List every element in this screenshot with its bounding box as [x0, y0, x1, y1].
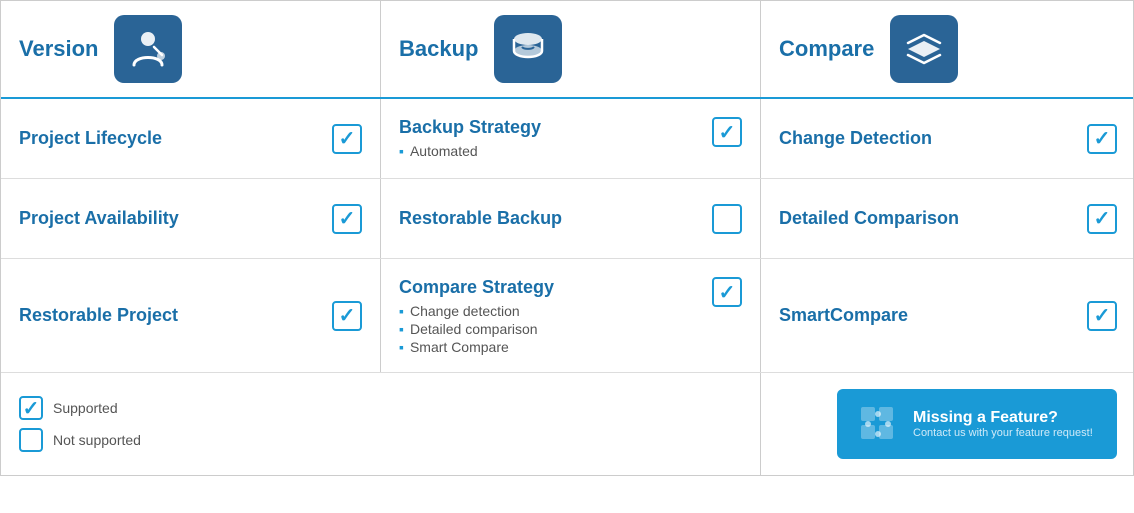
smart-compare-cell: SmartCompare [761, 259, 1134, 372]
bullet-change-detection: Change detection [399, 302, 696, 320]
restorable-backup-cell: Restorable Backup [381, 179, 761, 258]
version-availability-cell: Project Availability [1, 179, 381, 258]
feature-comparison-table: Version Backup [0, 0, 1134, 476]
compare-strategy-cell: Compare Strategy Change detection Detail… [381, 259, 761, 372]
compare-strategy-block: Compare Strategy Change detection Detail… [399, 277, 696, 356]
header-version-title: Version [19, 36, 98, 62]
legend-spacer [381, 373, 761, 475]
legend-supported-check [19, 396, 43, 420]
legend-cta-row: Supported Not supported [1, 373, 1133, 475]
detailed-comparison-check [1087, 204, 1117, 234]
change-detection-label: Change Detection [779, 128, 1071, 149]
legend-not-supported-check [19, 428, 43, 452]
legend-cell: Supported Not supported [1, 373, 381, 475]
smart-compare-check [1087, 301, 1117, 331]
bullet-automated: Automated [399, 142, 696, 160]
header-row: Version Backup [1, 1, 1133, 99]
bullet-smart-compare: Smart Compare [399, 338, 696, 356]
bullet-detailed-comparison: Detailed comparison [399, 320, 696, 338]
backup-strategy-bullets: Automated [399, 142, 696, 160]
legend-supported-label: Supported [53, 400, 118, 416]
restorable-backup-label: Restorable Backup [399, 208, 696, 229]
detailed-comparison-label: Detailed Comparison [779, 208, 1071, 229]
backup-strategy-block: Backup Strategy Automated [399, 117, 696, 160]
cta-cell: Missing a Feature? Contact us with your … [761, 373, 1134, 475]
compare-strategy-check [712, 277, 742, 307]
compare-strategy-label: Compare Strategy [399, 277, 696, 298]
feature-row-3: Restorable Project Compare Strategy Chan… [1, 259, 1133, 373]
header-compare-title: Compare [779, 36, 874, 62]
cta-banner[interactable]: Missing a Feature? Contact us with your … [837, 389, 1117, 459]
version-availability-label: Project Availability [19, 208, 316, 229]
header-cell-compare: Compare [761, 1, 1134, 97]
restorable-project-check [332, 301, 362, 331]
smart-compare-label: SmartCompare [779, 305, 1071, 326]
change-detection-cell: Change Detection [761, 99, 1134, 178]
legend-supported: Supported [19, 396, 363, 420]
header-backup-title: Backup [399, 36, 478, 62]
feature-row-2: Project Availability Restorable Backup D… [1, 179, 1133, 259]
backup-strategy-label: Backup Strategy [399, 117, 696, 138]
cta-puzzle-icon [853, 399, 903, 449]
cta-sub-text: Contact us with your feature request! [913, 427, 1093, 439]
legend-not-supported: Not supported [19, 428, 363, 452]
detailed-comparison-cell: Detailed Comparison [761, 179, 1134, 258]
cta-main-text: Missing a Feature? [913, 409, 1093, 427]
legend-not-supported-label: Not supported [53, 432, 141, 448]
compare-icon [890, 15, 958, 83]
header-cell-backup: Backup [381, 1, 761, 97]
version-lifecycle-label: Project Lifecycle [19, 128, 316, 149]
restorable-backup-check [712, 204, 742, 234]
backup-strategy-cell: Backup Strategy Automated [381, 99, 761, 178]
header-cell-version: Version [1, 1, 381, 97]
backup-strategy-check [712, 117, 742, 147]
version-availability-check [332, 204, 362, 234]
version-lifecycle-check [332, 124, 362, 154]
feature-row-1: Project Lifecycle Backup Strategy Automa… [1, 99, 1133, 179]
restorable-project-cell: Restorable Project [1, 259, 381, 372]
restorable-project-label: Restorable Project [19, 305, 316, 326]
change-detection-check [1087, 124, 1117, 154]
compare-strategy-bullets: Change detection Detailed comparison Sma… [399, 302, 696, 356]
version-icon [114, 15, 182, 83]
version-lifecycle-cell: Project Lifecycle [1, 99, 381, 178]
cta-text-block: Missing a Feature? Contact us with your … [913, 409, 1093, 439]
backup-icon [494, 15, 562, 83]
